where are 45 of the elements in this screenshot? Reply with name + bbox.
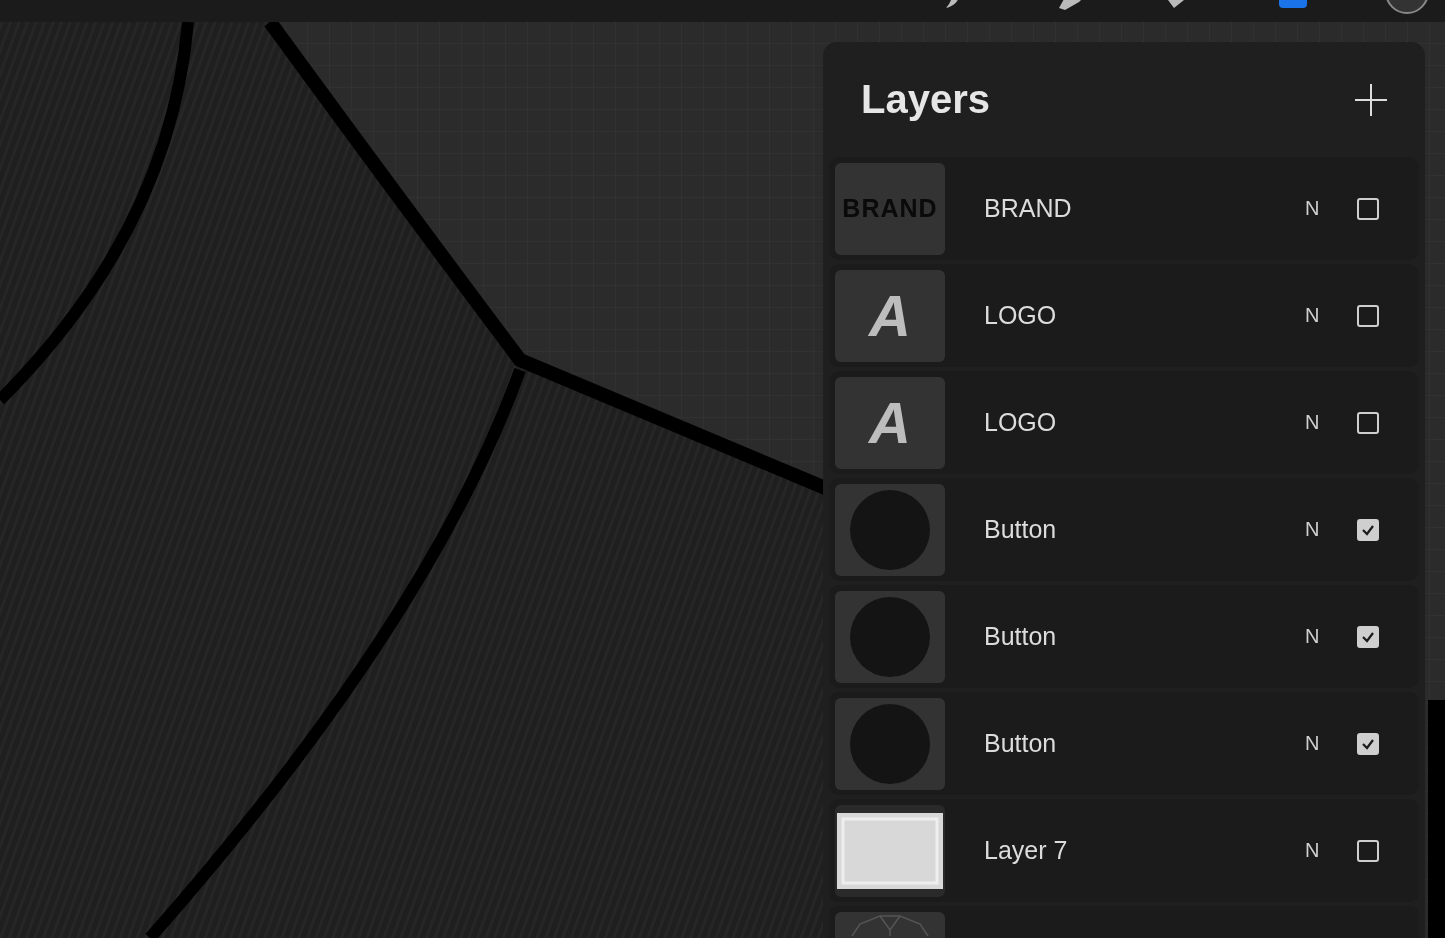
- layer-row[interactable]: Button N: [829, 692, 1419, 795]
- layer-name: LOGO: [984, 408, 1058, 437]
- layer-row[interactable]: Button N: [829, 585, 1419, 688]
- visibility-checkbox[interactable]: [1357, 839, 1379, 862]
- layer-name: Button: [984, 729, 1058, 758]
- visibility-checkbox[interactable]: [1357, 304, 1379, 327]
- layer-name: LOGO: [984, 301, 1058, 330]
- thumbnail-letter: A: [869, 282, 911, 349]
- visibility-checkbox[interactable]: [1357, 518, 1379, 541]
- blend-mode[interactable]: N: [1305, 839, 1345, 862]
- dark-circle-icon: [848, 594, 932, 679]
- layer-row[interactable]: A LOGO N: [829, 264, 1419, 367]
- dark-circle-icon: [848, 701, 932, 786]
- visibility-checkbox[interactable]: [1357, 411, 1379, 434]
- light-rectangle-icon: [837, 812, 943, 889]
- dark-circle-icon: [848, 487, 932, 572]
- layer-thumbnail[interactable]: [835, 804, 945, 897]
- visibility-checkbox[interactable]: [1357, 625, 1379, 648]
- panel-title: Layers: [861, 77, 990, 122]
- layer-thumbnail[interactable]: A: [835, 269, 945, 362]
- layer-name: BRAND: [984, 194, 1073, 223]
- checkmark-icon: [1361, 737, 1375, 750]
- shirt-sketch-icon: [850, 913, 930, 936]
- layer-thumbnail[interactable]: [835, 697, 945, 790]
- layer-row[interactable]: Layer 7 N: [829, 799, 1419, 902]
- blend-mode[interactable]: N: [1305, 625, 1345, 648]
- add-icon[interactable]: [1355, 83, 1387, 116]
- visibility-checkbox[interactable]: [1357, 732, 1379, 755]
- thumbnail-letter: A: [869, 389, 911, 456]
- checkmark-icon: [1361, 523, 1375, 536]
- layer-row[interactable]: Button N: [829, 478, 1419, 581]
- checkmark-icon: [1361, 630, 1375, 643]
- layer-name: Button: [984, 622, 1058, 651]
- visibility-checkbox[interactable]: [1357, 197, 1379, 220]
- layer-row[interactable]: A LOGO N: [829, 371, 1419, 474]
- layer-thumbnail[interactable]: [835, 590, 945, 683]
- blend-mode[interactable]: N: [1305, 411, 1345, 434]
- layer-name: Button: [984, 515, 1058, 544]
- blend-mode[interactable]: N: [1305, 518, 1345, 541]
- blend-mode[interactable]: N: [1305, 304, 1345, 327]
- layer-thumbnail[interactable]: A: [835, 376, 945, 469]
- layer-name: Layer 7: [984, 836, 1069, 865]
- layer-thumbnail[interactable]: [835, 483, 945, 576]
- blend-mode[interactable]: N: [1305, 197, 1345, 220]
- blend-mode[interactable]: N: [1305, 732, 1345, 755]
